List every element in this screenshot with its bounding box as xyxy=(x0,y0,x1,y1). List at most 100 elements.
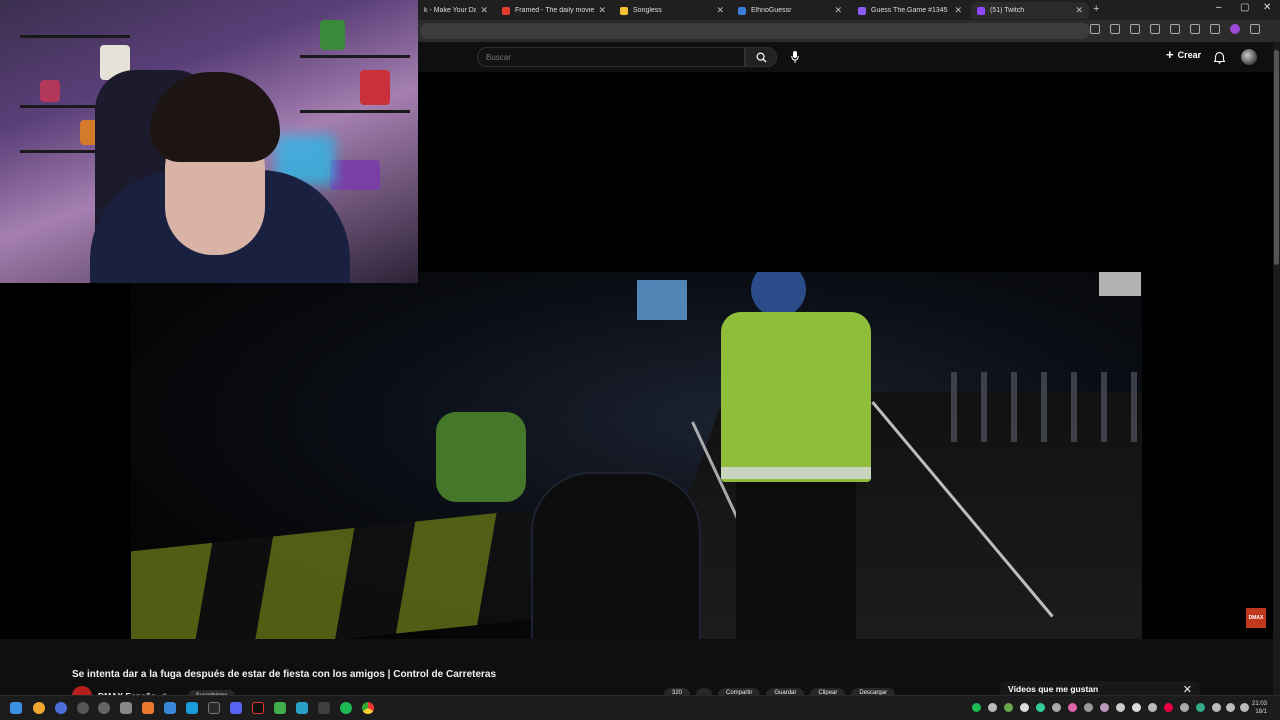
create-button[interactable]: + Crear xyxy=(1166,48,1202,61)
app-icon[interactable] xyxy=(296,702,308,714)
maximize-button[interactable]: ▢ xyxy=(1240,2,1249,13)
tray-icon[interactable] xyxy=(1132,703,1141,712)
steam-icon[interactable] xyxy=(186,702,198,714)
ethnoguessr-favicon-icon xyxy=(738,6,746,15)
wifi-icon[interactable] xyxy=(1212,703,1221,712)
battery-icon[interactable] xyxy=(1240,703,1249,712)
guessthegame-favicon-icon xyxy=(858,6,866,15)
sidebar-icon[interactable] xyxy=(1210,24,1220,34)
tab-label: Guess The.Game #1345 xyxy=(871,7,948,14)
install-icon[interactable] xyxy=(1090,24,1100,34)
avatar[interactable] xyxy=(1241,49,1257,65)
scrollbar-thumb[interactable] xyxy=(1274,50,1279,265)
browser-tab[interactable]: Framed - The daily movie guess ✕ xyxy=(496,2,612,19)
app-icon[interactable] xyxy=(55,702,67,714)
voice-search-button[interactable] xyxy=(789,51,801,65)
app-icon[interactable] xyxy=(274,702,286,714)
create-label: Crear xyxy=(1177,50,1202,60)
close-icon[interactable]: ✕ xyxy=(1183,683,1192,696)
app-icon[interactable] xyxy=(120,702,132,714)
roadside-light xyxy=(1099,272,1141,296)
browser-tab[interactable]: Songless ✕ xyxy=(614,2,730,19)
browser-tab[interactable]: Guess The.Game #1345 ✕ xyxy=(852,2,968,19)
tray-icon[interactable] xyxy=(1180,703,1189,712)
new-tab-button[interactable]: + xyxy=(1093,3,1099,15)
tray-icon[interactable] xyxy=(1164,703,1173,712)
youtube-favicon-icon xyxy=(502,6,510,15)
collectible-figure xyxy=(360,70,390,105)
browser-tab-active[interactable]: (51) Twitch ✕ xyxy=(971,2,1089,19)
tab-close-icon[interactable]: ✕ xyxy=(834,5,842,16)
menu-dots-icon[interactable] xyxy=(1250,24,1260,34)
browser-tab[interactable]: k - Make Your Day ✕ xyxy=(418,2,494,19)
windows-start-icon[interactable] xyxy=(10,702,22,714)
tray-icon[interactable] xyxy=(1068,703,1077,712)
close-window-button[interactable]: ✕ xyxy=(1263,2,1271,13)
car xyxy=(531,472,701,639)
bell-icon xyxy=(1213,51,1226,64)
tab-close-icon[interactable]: ✕ xyxy=(716,5,724,16)
officer-helmet xyxy=(751,272,806,317)
clock-time: 21:03 xyxy=(1252,701,1268,707)
tray-icon[interactable] xyxy=(1052,703,1061,712)
traffic-officer xyxy=(721,272,871,639)
officer-legs xyxy=(736,482,856,639)
tab-close-icon[interactable]: ✕ xyxy=(480,5,488,16)
search-button[interactable] xyxy=(745,47,777,67)
browser-tab[interactable]: ElhnoGuessr ✕ xyxy=(732,2,848,19)
shelf xyxy=(300,55,410,58)
chrome-icon[interactable] xyxy=(362,702,374,714)
tray-icon[interactable] xyxy=(1084,703,1093,712)
shelf xyxy=(20,35,130,38)
spotify-icon[interactable] xyxy=(340,702,352,714)
video-frame[interactable] xyxy=(131,272,1142,639)
app-icon[interactable] xyxy=(208,702,220,714)
streamer-webcam xyxy=(0,0,418,283)
tab-label: (51) Twitch xyxy=(990,7,1025,14)
app-icon[interactable] xyxy=(77,702,89,714)
discord-icon[interactable] xyxy=(230,702,242,714)
puzzle-icon[interactable] xyxy=(1170,24,1180,34)
app-icon[interactable] xyxy=(318,702,330,714)
bookmarks-icon[interactable] xyxy=(1190,24,1200,34)
search-icon xyxy=(756,52,767,63)
tab-label: Songless xyxy=(633,7,662,14)
tab-close-icon[interactable]: ✕ xyxy=(954,5,962,16)
tiktok-icon[interactable] xyxy=(252,702,264,714)
tray-icon[interactable] xyxy=(1020,703,1029,712)
app-icon[interactable] xyxy=(142,702,154,714)
bookmark-star-icon[interactable] xyxy=(1110,24,1120,34)
volume-icon[interactable] xyxy=(1226,703,1235,712)
tray-icon[interactable] xyxy=(1116,703,1125,712)
tray-icon[interactable] xyxy=(1036,703,1045,712)
reflective-band xyxy=(721,467,871,479)
tray-icon[interactable] xyxy=(1004,703,1013,712)
tray-icon[interactable] xyxy=(972,703,981,712)
app-icon[interactable] xyxy=(164,702,176,714)
system-clock[interactable]: 21:03 18/1 xyxy=(1252,700,1267,716)
tab-close-icon[interactable]: ✕ xyxy=(1075,5,1083,16)
search-icon[interactable] xyxy=(33,702,45,714)
app-icon[interactable] xyxy=(98,702,110,714)
tray-icon[interactable] xyxy=(988,703,997,712)
tab-label: Framed - The daily movie guess xyxy=(515,7,595,14)
dmax-watermark: DMAX xyxy=(1246,608,1266,628)
search-input[interactable]: Buscar xyxy=(477,47,745,67)
video-info: Se intenta dar a la fuga después de esta… xyxy=(0,639,1273,706)
address-bar[interactable] xyxy=(420,23,1090,39)
minimize-button[interactable]: – xyxy=(1216,2,1222,13)
notifications-button[interactable] xyxy=(1213,51,1226,69)
tab-close-icon[interactable]: ✕ xyxy=(598,5,606,16)
collectible-figure xyxy=(40,80,60,102)
extension-icon[interactable] xyxy=(1130,24,1140,34)
tray-icon[interactable] xyxy=(1148,703,1157,712)
tab-label: k - Make Your Day xyxy=(424,7,477,14)
page-scrollbar[interactable] xyxy=(1273,42,1280,695)
road-sign xyxy=(637,280,687,320)
extension-icon[interactable] xyxy=(1150,24,1160,34)
tray-icon[interactable] xyxy=(1100,703,1109,712)
collectible-figure xyxy=(320,20,345,50)
tray-icon[interactable] xyxy=(1196,703,1205,712)
profile-icon[interactable] xyxy=(1230,24,1240,34)
reflective-vest xyxy=(721,312,871,482)
